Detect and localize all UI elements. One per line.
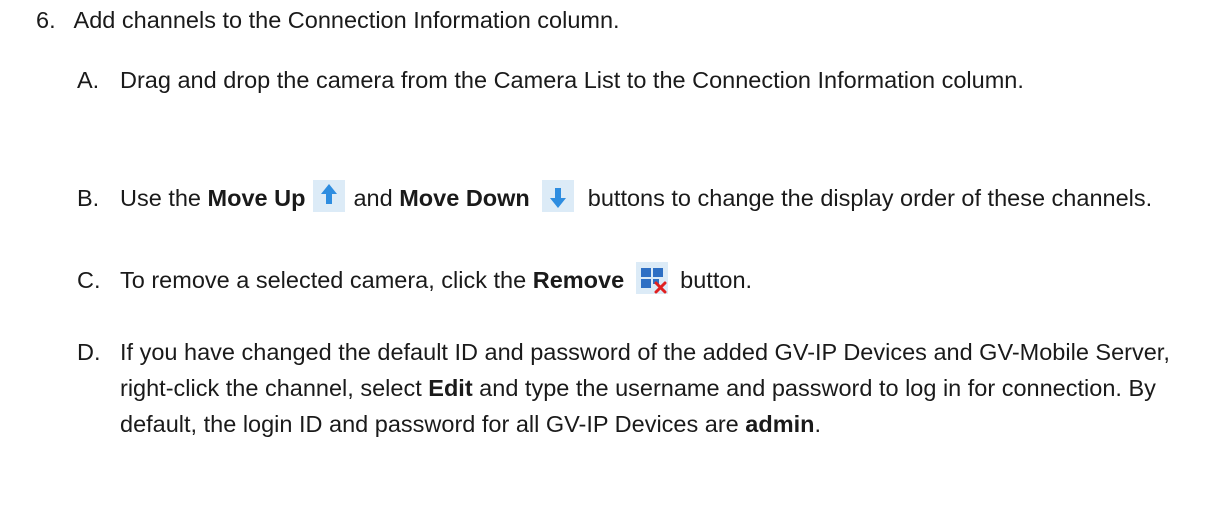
item-text: If you have changed the default ID and p… (120, 334, 1217, 442)
item-text: Use the Move Up and Move Down buttons to c… (120, 180, 1217, 216)
text-segment: button. (680, 267, 753, 293)
text-segment: and (353, 185, 400, 211)
admin-label: admin (745, 411, 815, 437)
item-letter: D. (77, 339, 101, 365)
remove-grid-icon (636, 262, 669, 294)
arrow-up-icon (313, 180, 346, 212)
list-item: C. To remove a selected camera, click th… (77, 262, 1217, 298)
text-segment: buttons to change the display order of t… (587, 185, 1153, 211)
edit-label: Edit (428, 375, 473, 401)
move-up-label: Move Up (207, 185, 306, 211)
item-text: To remove a selected camera, click the R… (120, 262, 1217, 298)
move-down-label: Move Down (399, 185, 530, 211)
item-letter: A. (77, 67, 100, 93)
list-item: D. If you have changed the default ID an… (77, 334, 1217, 442)
text-segment: Use the (120, 185, 208, 211)
text-segment: To remove a selected camera, click the (120, 267, 533, 293)
text-segment: . (814, 411, 822, 437)
item-letter: C. (77, 267, 101, 293)
step-number: 6. (36, 7, 56, 33)
list-item: A. Drag and drop the camera from the Cam… (77, 62, 1217, 98)
item-letter: B. (77, 185, 100, 211)
item-text: Drag and drop the camera from the Camera… (120, 67, 1024, 93)
step-heading: 6. Add channels to the Connection Inform… (36, 2, 620, 38)
remove-label: Remove (532, 267, 625, 293)
arrow-down-icon (541, 180, 574, 212)
list-item: B. Use the Move Up and Move Down buttons t… (77, 180, 1217, 216)
step-title: Add channels to the Connection Informati… (73, 7, 620, 33)
